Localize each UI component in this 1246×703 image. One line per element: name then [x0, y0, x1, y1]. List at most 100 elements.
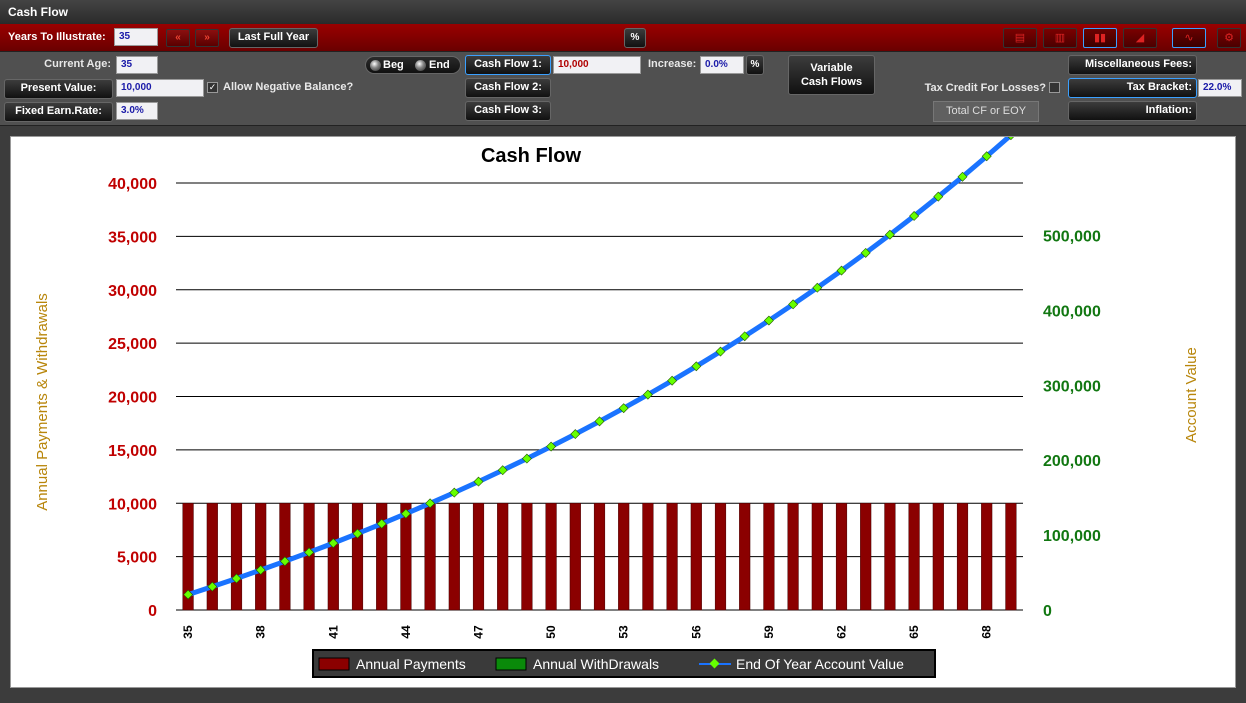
years-to-illustrate-input[interactable]: 35 — [114, 28, 158, 46]
allow-negative-label: Allow Negative Balance? — [223, 81, 354, 93]
left-axis-tick: 40,000 — [108, 176, 157, 193]
left-axis-tick: 15,000 — [108, 443, 157, 460]
left-axis-tick: 30,000 — [108, 283, 157, 300]
x-axis-tick: 53 — [617, 625, 631, 639]
right-axis-tick: 200,000 — [1043, 453, 1101, 470]
payment-bar — [497, 503, 509, 611]
legend-label: Annual Payments — [356, 656, 466, 672]
beg-radio[interactable] — [370, 60, 381, 71]
payment-bar — [642, 503, 654, 611]
cash-flow-1-button[interactable]: Cash Flow 1: — [465, 55, 551, 75]
current-age-label: Current Age: — [44, 58, 111, 70]
right-axis-tick: 300,000 — [1043, 378, 1101, 395]
payment-bar — [206, 503, 218, 611]
payment-bar — [884, 503, 896, 611]
x-axis-tick: 68 — [980, 625, 994, 639]
payment-bar — [618, 503, 630, 611]
left-axis-tick: 5,000 — [117, 550, 157, 567]
double-chevron-left-icon[interactable]: « — [166, 29, 190, 47]
payment-bar — [690, 503, 702, 611]
tax-credit-label: Tax Credit For Losses? — [924, 82, 1046, 94]
payment-bar — [448, 503, 460, 611]
window-title: Cash Flow — [0, 0, 1246, 24]
payment-bar — [255, 503, 267, 611]
payment-bar — [351, 503, 364, 611]
left-axis-tick: 35,000 — [108, 229, 157, 246]
miscellaneous-fees-button[interactable]: Miscellaneous Fees: — [1068, 55, 1197, 75]
inflation-button[interactable]: Inflation: — [1068, 101, 1197, 121]
payment-bar — [835, 503, 848, 611]
payment-bar — [739, 503, 751, 611]
legend-label: Annual WithDrawals — [533, 656, 659, 672]
end-radio[interactable] — [415, 60, 426, 71]
payment-bar — [593, 503, 606, 611]
area-chart-icon[interactable]: ◢ — [1123, 28, 1157, 48]
payment-bar — [932, 503, 944, 611]
legend-swatch — [495, 657, 527, 671]
right-axis-title: Account Value — [1183, 347, 1200, 443]
x-axis-tick: 47 — [472, 625, 486, 639]
x-axis-tick: 50 — [544, 625, 558, 639]
input-panel: Current Age: 35 Present Value: 10,000 ✓ … — [0, 52, 1246, 126]
payment-bar — [981, 503, 993, 611]
payment-bar — [860, 503, 872, 611]
variable-cf-line2: Cash Flows — [800, 76, 863, 88]
payment-bar — [569, 503, 581, 611]
present-value-button[interactable]: Present Value: — [4, 79, 113, 99]
line-chart-icon[interactable]: ∿ — [1172, 28, 1206, 48]
payment-bar — [230, 503, 243, 611]
tax-bracket-button[interactable]: Tax Bracket: — [1068, 78, 1197, 98]
cash-flow-2-button[interactable]: Cash Flow 2: — [465, 78, 551, 98]
table-icon[interactable]: ▤ — [1003, 28, 1037, 48]
legend: Annual Payments Annual WithDrawals End Of … — [312, 649, 936, 678]
left-axis-tick: 20,000 — [108, 390, 157, 407]
fixed-earn-rate-input[interactable]: 3.0% — [116, 102, 158, 120]
total-cf-eoy-button[interactable]: Total CF or EOY — [933, 101, 1039, 122]
timing-radio-group: Beg End — [365, 56, 461, 74]
cash-flow-3-button[interactable]: Cash Flow 3: — [465, 101, 551, 121]
tax-credit-checkbox[interactable] — [1049, 82, 1060, 93]
current-age-input[interactable]: 35 — [116, 56, 158, 74]
fixed-earn-rate-button[interactable]: Fixed Earn.Rate: — [4, 102, 113, 122]
cash-flow-1-input[interactable]: 10,000 — [553, 56, 641, 74]
bar-line-icon[interactable]: ▥ — [1043, 28, 1077, 48]
app-window: Cash Flow Years To Illustrate: 35 « » La… — [0, 0, 1246, 703]
variable-cf-line1: Variable — [810, 62, 853, 74]
payment-bar — [327, 503, 339, 611]
present-value-input[interactable]: 10,000 — [116, 79, 204, 97]
double-chevron-right-icon[interactable]: » — [195, 29, 219, 47]
years-to-illustrate-label: Years To Illustrate: — [8, 31, 106, 43]
left-axis-tick: 25,000 — [108, 336, 157, 353]
legend-label: End Of Year Account Value — [736, 656, 904, 672]
increase-input[interactable]: 0.0% — [700, 56, 744, 74]
toolbar: Years To Illustrate: 35 « » Last Full Ye… — [0, 24, 1246, 52]
increase-percent-button[interactable]: % — [746, 55, 764, 75]
last-full-year-button[interactable]: Last Full Year — [229, 28, 318, 48]
bars-layer — [182, 503, 1017, 611]
right-axis-tick: 0 — [1043, 603, 1052, 620]
tax-bracket-input[interactable]: 22.0% — [1198, 79, 1242, 97]
payment-bar — [908, 503, 920, 611]
percent-toggle-button[interactable]: % — [624, 28, 646, 48]
payment-bar — [787, 503, 799, 611]
increase-label: Increase: — [648, 58, 697, 70]
payment-bar — [811, 503, 823, 611]
beg-label: Beg — [383, 59, 404, 71]
gear-icon[interactable]: ⚙ — [1217, 28, 1241, 48]
x-axis-tick: 35 — [181, 625, 195, 639]
right-axis-tick: 500,000 — [1043, 228, 1101, 245]
payment-bar — [714, 503, 727, 611]
left-axis-title: Annual Payments & Withdrawals — [34, 293, 51, 511]
legend-swatch — [318, 657, 350, 671]
x-axis-tick: 62 — [835, 625, 849, 639]
payment-bar — [545, 503, 557, 611]
bar-chart-icon[interactable]: ▮▮ — [1083, 28, 1117, 48]
variable-cash-flows-button[interactable]: Variable Cash Flows — [788, 55, 875, 95]
allow-negative-checkbox[interactable]: ✓ — [207, 82, 218, 93]
x-axis-tick: 38 — [254, 625, 268, 639]
payment-bar — [956, 503, 969, 611]
payment-bar — [521, 503, 533, 611]
x-axis-tick: 41 — [326, 625, 340, 639]
x-axis-tick: 59 — [762, 625, 776, 639]
left-axis-tick: 10,000 — [108, 496, 157, 513]
